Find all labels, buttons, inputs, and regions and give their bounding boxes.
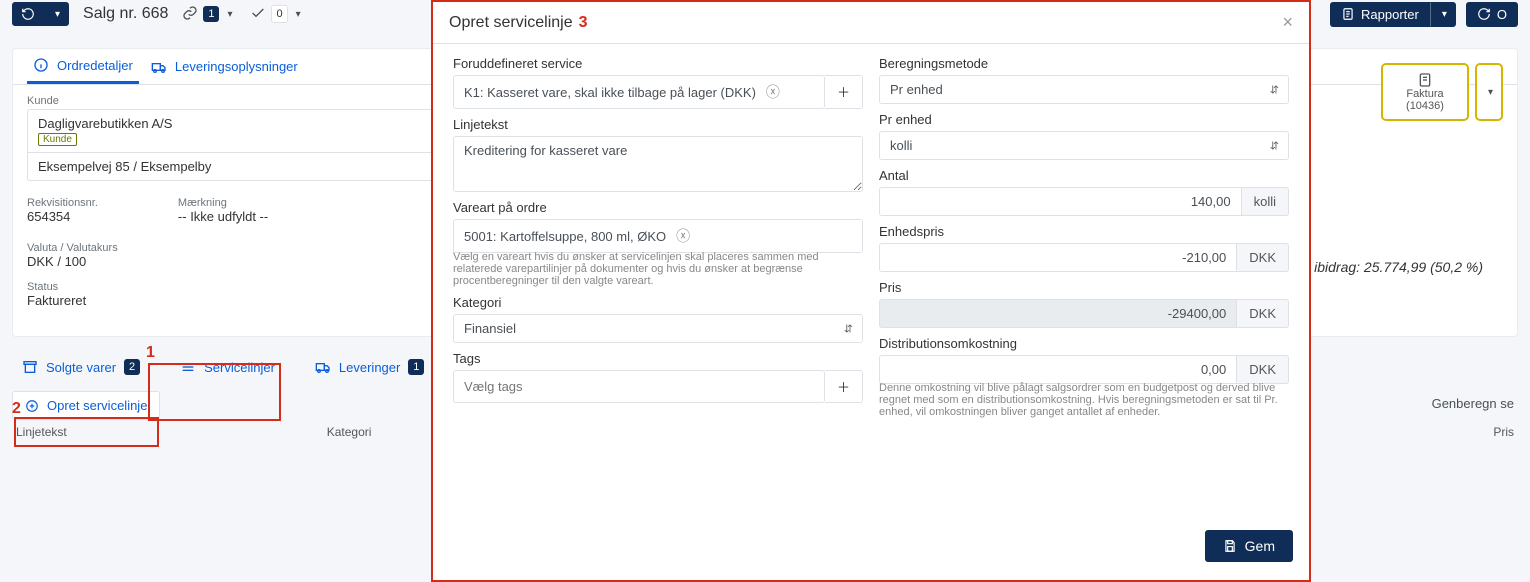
predef-value: K1: Kasseret vare, skal ikke tilbage på … bbox=[464, 85, 756, 100]
method-select[interactable]: Pr enhed bbox=[879, 75, 1289, 104]
tab-order-details[interactable]: Ordredetaljer bbox=[27, 49, 139, 84]
modal-right-column: Beregningsmetode Pr enhed ⇵ Pr enhed ko bbox=[879, 56, 1289, 515]
tab-sold-items[interactable]: Solgte varer 2 bbox=[20, 351, 142, 383]
plus-circle-icon bbox=[25, 399, 39, 413]
linetext-label: Linjetekst bbox=[453, 117, 863, 132]
modal-left-column: Foruddefineret service K1: Kasseret vare… bbox=[453, 56, 863, 515]
save-button[interactable]: Gem bbox=[1205, 530, 1293, 562]
vareart-help: Vælg en vareart hvis du ønsker at servic… bbox=[453, 251, 863, 287]
remove-chip-icon-2[interactable]: ⓧ bbox=[676, 226, 690, 246]
update-button[interactable]: O bbox=[1466, 2, 1518, 27]
dist-help: Denne omkostning vil blive pålagt salgso… bbox=[879, 382, 1289, 418]
reports-dropdown[interactable]: ▾ bbox=[1430, 2, 1456, 27]
rekv-value: 654354 bbox=[27, 209, 98, 224]
check-icon bbox=[250, 5, 266, 24]
update-label: O bbox=[1497, 7, 1507, 22]
qty-input[interactable] bbox=[879, 187, 1242, 216]
tab-deliveries-label: Leveringer bbox=[339, 360, 400, 375]
price-input bbox=[879, 299, 1237, 328]
create-serviceline-label: Opret servicelinje bbox=[47, 398, 147, 413]
history-icon bbox=[21, 7, 35, 21]
qty-suffix: kolli bbox=[1242, 187, 1289, 216]
save-label: Gem bbox=[1245, 538, 1275, 554]
tab-servicelines[interactable]: Servicelinjer bbox=[178, 351, 277, 383]
callout-2-number: 2 bbox=[12, 400, 21, 418]
create-serviceline-button[interactable]: Opret servicelinje bbox=[12, 391, 160, 420]
modal-close-button[interactable]: × bbox=[1282, 12, 1293, 33]
dist-currency: DKK bbox=[1237, 355, 1289, 384]
unitprice-label: Enhedspris bbox=[879, 224, 1289, 239]
mark-label: Mærkning bbox=[178, 197, 268, 209]
mark-value: -- Ikke udfyldt -- bbox=[178, 209, 268, 224]
link-icon bbox=[182, 5, 198, 24]
save-icon bbox=[1223, 539, 1237, 553]
top-links: 1 ▾ 0 ▾ bbox=[182, 5, 300, 24]
reports-group: Rapporter ▾ bbox=[1330, 2, 1456, 27]
report-icon bbox=[1341, 7, 1355, 21]
tags-add-button[interactable]: ＋ bbox=[825, 370, 863, 403]
predef-select[interactable]: K1: Kasseret vare, skal ikke tilbage på … bbox=[453, 75, 825, 109]
modal-title-text: Opret servicelinje bbox=[449, 14, 573, 32]
rekv-label: Rekvisitionsnr. bbox=[27, 197, 98, 209]
db-summary-text: ibidrag: 25.774,99 (50,2 %) bbox=[1314, 259, 1483, 275]
history-menu-button[interactable]: ▾ bbox=[44, 2, 69, 26]
link-count: 1 bbox=[203, 6, 219, 22]
create-serviceline-modal: Opret servicelinje 3 × Foruddefineret se… bbox=[431, 0, 1311, 582]
refresh-icon bbox=[1477, 7, 1491, 21]
unit-label: Pr enhed bbox=[879, 112, 1289, 127]
method-label: Beregningsmetode bbox=[879, 56, 1289, 71]
dist-input[interactable] bbox=[879, 355, 1237, 384]
vareart-label: Vareart på ordre bbox=[453, 200, 863, 215]
tasks[interactable]: 0 ▾ bbox=[250, 5, 300, 24]
vareart-value: 5001: Kartoffelsuppe, 800 ml, ØKO bbox=[464, 229, 666, 244]
dist-label: Distributionsomkostning bbox=[879, 336, 1289, 351]
tab-delivery-info[interactable]: Leveringsoplysninger bbox=[145, 49, 304, 84]
customer-tag: Kunde bbox=[38, 133, 77, 146]
price-label: Pris bbox=[879, 280, 1289, 295]
linetext-input[interactable]: Kreditering for kasseret vare bbox=[453, 136, 863, 192]
tab-sold-badge: 2 bbox=[124, 359, 140, 375]
price-currency: DKK bbox=[1237, 299, 1289, 328]
unit-select[interactable]: kolli bbox=[879, 131, 1289, 160]
callout-3-number: 3 bbox=[579, 14, 588, 32]
unitprice-currency: DKK bbox=[1237, 243, 1289, 272]
modal-header: Opret servicelinje 3 × bbox=[433, 2, 1309, 44]
predef-label: Foruddefineret service bbox=[453, 56, 863, 71]
reports-label: Rapporter bbox=[1361, 7, 1419, 22]
vareart-select[interactable]: 5001: Kartoffelsuppe, 800 ml, ØKO ⓧ bbox=[453, 219, 863, 253]
tab-sold-label: Solgte varer bbox=[46, 360, 116, 375]
predef-add-button[interactable]: ＋ bbox=[825, 75, 863, 109]
tags-input[interactable] bbox=[453, 370, 825, 403]
plus-icon: ＋ bbox=[837, 85, 850, 100]
qty-label: Antal bbox=[879, 168, 1289, 183]
linked-records[interactable]: 1 ▾ bbox=[182, 5, 232, 24]
task-count: 0 bbox=[271, 5, 287, 23]
modal-footer: Gem bbox=[433, 519, 1309, 580]
tab-delivery-info-label: Leveringsoplysninger bbox=[175, 59, 298, 74]
category-label: Kategori bbox=[453, 295, 863, 310]
callout-1-number: 1 bbox=[146, 344, 155, 362]
th-category: Kategori bbox=[327, 425, 372, 439]
plus-icon-2: ＋ bbox=[837, 380, 850, 395]
th-linetext: Linjetekst bbox=[16, 425, 67, 439]
category-select[interactable]: Finansiel bbox=[453, 314, 863, 343]
unitprice-input[interactable] bbox=[879, 243, 1237, 272]
history-back-button[interactable] bbox=[12, 2, 44, 26]
tab-order-details-label: Ordredetaljer bbox=[57, 58, 133, 73]
reports-button[interactable]: Rapporter bbox=[1330, 2, 1430, 27]
tags-label: Tags bbox=[453, 351, 863, 366]
remove-chip-icon[interactable]: ⓧ bbox=[766, 82, 780, 102]
tab-deliveries[interactable]: Leveringer 1 bbox=[313, 351, 426, 383]
tab-servicelines-label: Servicelinjer bbox=[204, 360, 275, 375]
history-buttons: ▾ bbox=[12, 2, 69, 26]
sale-number: Salg nr. 668 bbox=[83, 5, 168, 23]
th-price: Pris bbox=[1493, 425, 1514, 439]
tab-deliveries-badge: 1 bbox=[408, 359, 424, 375]
recalc-button[interactable]: Genberegn se bbox=[1432, 396, 1514, 411]
